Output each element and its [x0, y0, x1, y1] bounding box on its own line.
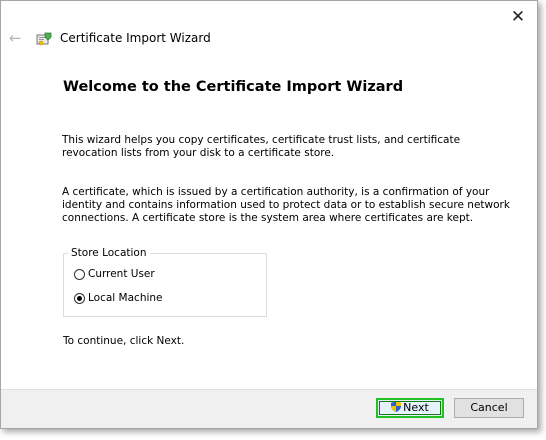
wizard-title: Certificate Import Wizard: [60, 31, 211, 45]
page-heading: Welcome to the Certificate Import Wizard: [63, 79, 404, 95]
close-button[interactable]: ✕: [507, 7, 529, 29]
store-location-legend: Store Location: [68, 247, 150, 259]
certificate-icon: [36, 32, 52, 46]
continue-instruction: To continue, click Next.: [63, 335, 185, 347]
current-user-radio[interactable]: [74, 268, 85, 280]
uac-shield-icon: [391, 401, 402, 412]
store-location-group: Store Location Current User Local Machin…: [63, 247, 267, 317]
description-paragraph: A certificate, which is issued by a cert…: [62, 186, 510, 224]
intro-paragraph: This wizard helps you copy certificates,…: [62, 134, 461, 159]
next-button[interactable]: Next: [376, 398, 444, 418]
current-user-label: Current User: [88, 268, 155, 280]
current-user-option[interactable]: Current User: [74, 268, 155, 280]
local-machine-radio[interactable]: [74, 292, 85, 304]
back-arrow-icon[interactable]: ←: [9, 30, 25, 46]
local-machine-label: Local Machine: [88, 292, 163, 304]
button-bar: Next Cancel: [1, 389, 537, 428]
wizard-window: ✕ ← Certificate Import Wizard Welcome to…: [0, 0, 538, 429]
next-label: Next: [403, 401, 429, 414]
cancel-button[interactable]: Cancel: [454, 398, 524, 418]
local-machine-option[interactable]: Local Machine: [74, 292, 163, 304]
